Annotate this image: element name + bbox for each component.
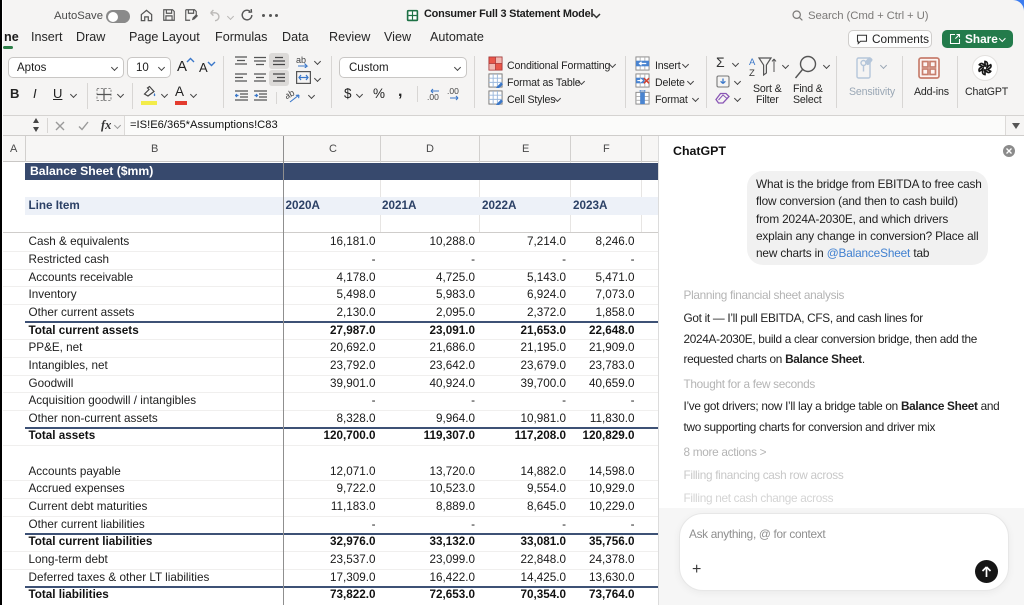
svg-text:.00: .00 [447, 87, 459, 96]
svg-text:A: A [749, 57, 756, 68]
svg-text:Z: Z [749, 68, 755, 79]
svg-text:ab: ab [286, 90, 296, 101]
svg-text:.00: .00 [427, 92, 439, 101]
